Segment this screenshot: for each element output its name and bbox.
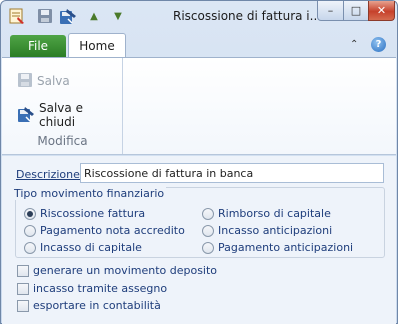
app-window: ▲ ▼ Riscossione di fattura i... – □ ✕ Fi… xyxy=(0,0,398,324)
radio-indicator xyxy=(202,241,214,254)
checkbox-esportare-in-contabilita[interactable]: esportare in contabilità xyxy=(17,299,161,312)
maximize-button[interactable]: □ xyxy=(343,1,369,21)
radio-rimborso-di-capitale[interactable]: Rimborso di capitale xyxy=(202,207,331,220)
radio-indicator xyxy=(24,207,36,220)
movement-type-legend: Tipo movimento finanziario xyxy=(12,187,167,200)
radio-pagamento-anticipazioni[interactable]: Pagamento anticipazioni xyxy=(202,241,353,254)
move-up-icon[interactable]: ▲ xyxy=(85,7,103,25)
radio-pagamento-nota-accredito[interactable]: Pagamento nota accredito xyxy=(24,224,185,237)
tab-home[interactable]: Home xyxy=(68,33,126,58)
save-and-close-icon[interactable] xyxy=(59,7,77,25)
ribbon-tab-row: File Home ⌃ ? xyxy=(1,31,397,58)
save-and-close-icon xyxy=(17,105,35,126)
radio-indicator xyxy=(202,207,214,220)
tab-file[interactable]: File xyxy=(10,35,66,57)
checkbox-box xyxy=(17,282,29,295)
save-button-label: Salva xyxy=(37,74,70,88)
checkbox-box xyxy=(17,299,29,312)
form-area: Descrizione: Tipo movimento finanziario … xyxy=(2,156,396,324)
minimize-button[interactable]: – xyxy=(317,1,344,21)
help-icon[interactable]: ? xyxy=(371,37,386,52)
radio-incasso-anticipazioni[interactable]: Incasso anticipazioni xyxy=(202,224,332,237)
save-icon xyxy=(17,72,33,91)
window-title: Riscossione di fattura i... xyxy=(173,9,322,23)
save-and-close-button[interactable]: Salva e chiudi xyxy=(17,101,122,129)
description-input[interactable] xyxy=(80,163,384,183)
ribbon-group-modifica: Salva Salva e chiudi Modifica xyxy=(2,58,123,154)
description-label: Descrizione: xyxy=(16,168,84,181)
checkbox-box xyxy=(17,264,29,277)
app-form-icon[interactable] xyxy=(8,7,26,25)
checkbox-incasso-tramite-assegno[interactable]: incasso tramite assegno xyxy=(17,282,167,295)
radio-indicator xyxy=(24,224,36,237)
radio-indicator xyxy=(24,241,36,254)
save-and-close-label: Salva e chiudi xyxy=(39,101,83,129)
ribbon-panel: Salva Salva e chiudi Modifica xyxy=(2,57,396,155)
radio-indicator xyxy=(202,224,214,237)
move-down-icon[interactable]: ▼ xyxy=(109,7,127,25)
save-icon[interactable] xyxy=(36,7,54,25)
radio-riscossione-fattura[interactable]: Riscossione fattura xyxy=(24,207,145,220)
close-button[interactable]: ✕ xyxy=(368,1,395,21)
checkbox-generare-movimento-deposito[interactable]: generare un movimento deposito xyxy=(17,264,217,277)
title-bar: ▲ ▼ Riscossione di fattura i... – □ ✕ xyxy=(1,1,397,31)
save-button[interactable]: Salva xyxy=(17,70,70,92)
group-label-modifica: Modifica xyxy=(37,134,88,148)
ribbon-collapse-icon[interactable]: ⌃ xyxy=(350,39,358,50)
radio-incasso-di-capitale[interactable]: Incasso di capitale xyxy=(24,241,142,254)
